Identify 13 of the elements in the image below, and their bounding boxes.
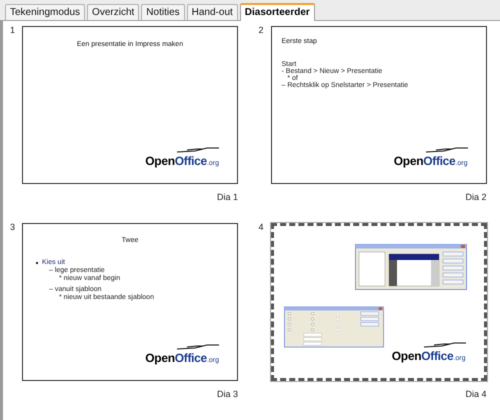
slide-caption: Dia 4 <box>465 388 486 401</box>
view-tab[interactable]: Tekeningmodus <box>5 4 86 20</box>
view-tab[interactable]: Notities <box>141 4 185 20</box>
slide-number: 3 <box>10 223 16 232</box>
view-tab[interactable]: Hand-out <box>186 4 238 20</box>
slide-caption: Dia 1 <box>216 191 238 204</box>
slide-number: 1 <box>10 26 16 35</box>
slide-caption: Dia 2 <box>465 191 486 204</box>
slide-number: 2 <box>258 26 265 35</box>
slide-caption: Dia 3 <box>216 388 238 401</box>
view-tab[interactable]: Overzicht <box>87 4 140 20</box>
slide-number: 4 <box>258 223 265 232</box>
view-tab[interactable]: Diasorteerder <box>240 3 315 21</box>
